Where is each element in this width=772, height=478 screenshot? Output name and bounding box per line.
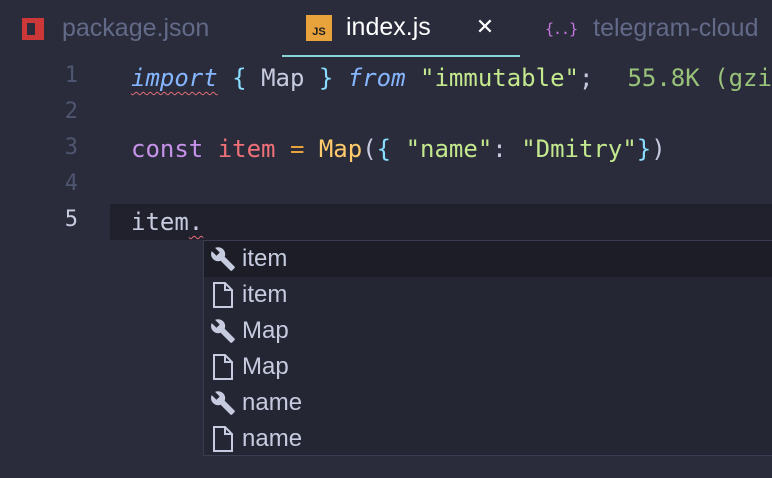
from-keyword: from xyxy=(347,64,406,92)
code-line-5[interactable]: item. xyxy=(131,204,203,240)
function-call: Map xyxy=(318,135,363,163)
operator: = xyxy=(275,135,319,163)
code-line-3[interactable]: const item = Map({ "name": "Dmitry"}) xyxy=(131,131,666,167)
suggestion-item[interactable]: item xyxy=(204,241,772,277)
suggestion-item[interactable]: Map xyxy=(204,313,772,349)
tab-index-js[interactable]: JS index.js ✕ xyxy=(282,0,520,57)
tab-label: index.js xyxy=(346,13,431,41)
file-icon xyxy=(204,282,242,308)
tab-package-json[interactable]: package.json xyxy=(22,0,209,57)
import-keyword: import xyxy=(131,64,218,92)
const-keyword: const xyxy=(131,135,204,163)
suggestion-label: item xyxy=(242,281,288,308)
tab-label: package.json xyxy=(62,14,210,42)
suggestion-label: Map xyxy=(242,353,289,380)
semicolon: ; xyxy=(578,64,594,92)
object-key: "name" xyxy=(405,135,493,163)
paren: ) xyxy=(651,135,666,163)
suggestion-item[interactable]: item xyxy=(204,277,772,313)
wrench-icon xyxy=(204,390,242,416)
suggestion-label: name xyxy=(242,389,303,416)
suggestion-item[interactable]: name xyxy=(204,421,772,457)
module-string: "immutable" xyxy=(420,64,579,92)
tab-bar: package.json JS index.js ✕ {..} telegram… xyxy=(0,0,772,57)
colon: : xyxy=(492,135,522,163)
wrench-icon xyxy=(204,318,242,344)
autocomplete-widget: item item Map Map name name xyxy=(203,240,772,456)
import-cost-label: 55.8K (gzip xyxy=(627,64,772,92)
brace: { xyxy=(376,135,406,163)
brace: } xyxy=(636,135,652,163)
variable-name: item xyxy=(217,135,276,163)
object-value: "Dmitry" xyxy=(521,135,637,163)
line-number: 4 xyxy=(64,171,78,196)
line-number: 1 xyxy=(64,63,78,88)
file-icon xyxy=(204,426,242,452)
suggestion-label: Map xyxy=(242,317,289,344)
suggestion-item[interactable]: name xyxy=(204,385,772,421)
file-icon xyxy=(204,354,242,380)
close-icon[interactable]: ✕ xyxy=(476,15,494,40)
tab-telegram-cloud[interactable]: {..} telegram-cloud xyxy=(545,0,758,57)
current-line-highlight xyxy=(110,204,772,240)
json-braces-icon: {..} xyxy=(545,19,578,38)
paren: ( xyxy=(362,135,377,163)
wrench-icon xyxy=(204,246,242,272)
npm-icon xyxy=(22,17,44,40)
identifier: item xyxy=(131,208,189,236)
line-number: 2 xyxy=(64,99,78,124)
suggestion-label: item xyxy=(242,245,288,272)
tab-label: telegram-cloud xyxy=(593,14,759,42)
suggestion-label: name xyxy=(242,425,303,452)
code-line-1[interactable]: import { Map } from "immutable"; 55.8K (g… xyxy=(131,60,772,96)
line-number-current: 5 xyxy=(64,207,78,232)
suggestion-item[interactable]: Map xyxy=(204,349,772,385)
brace: } xyxy=(304,64,348,92)
brace: { xyxy=(217,64,262,92)
member-access-dot: . xyxy=(188,208,204,236)
line-number: 3 xyxy=(64,135,78,160)
identifier: Map xyxy=(261,64,305,92)
js-icon: JS xyxy=(306,14,332,41)
